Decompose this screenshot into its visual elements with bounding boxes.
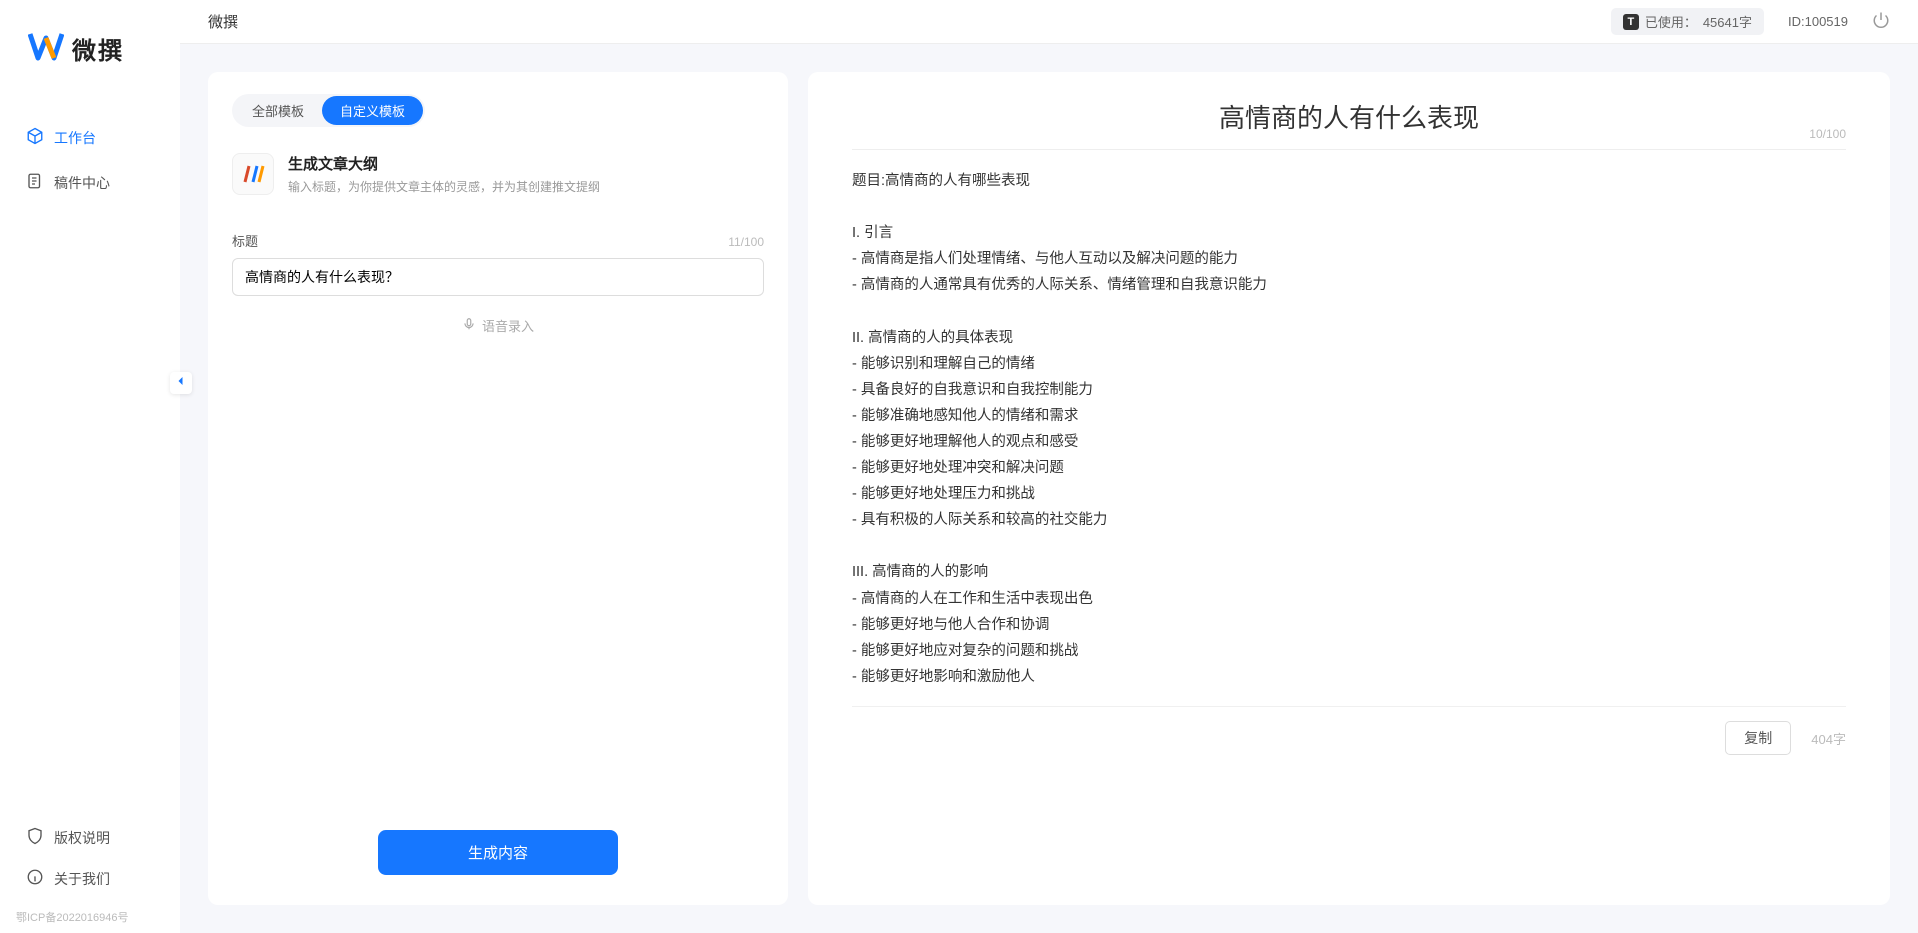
sidebar-item-label: 工作台 [54, 128, 96, 148]
logo-text: 微撰 [72, 31, 124, 66]
voice-input-label: 语音录入 [482, 316, 534, 335]
sidebar-item-drafts[interactable]: 稿件中心 [16, 164, 164, 201]
user-id: ID:100519 [1788, 14, 1848, 29]
page-title: 微撰 [208, 11, 238, 32]
icp-footer: 鄂ICP备2022016946号 [0, 909, 180, 933]
voice-input-button[interactable]: 语音录入 [232, 316, 764, 335]
app-root: 微撰 工作台 稿件中心 版权说明 关于我们 鄂ICP备2 [0, 0, 1918, 933]
template-title: 生成文章大纲 [288, 153, 600, 174]
sidebar-item-label: 稿件中心 [54, 173, 110, 193]
logo-mark-icon [28, 28, 64, 69]
copy-button[interactable]: 复制 [1725, 721, 1791, 755]
usage-badge: T 已使用： 45641字 [1611, 8, 1764, 35]
title-input[interactable] [232, 258, 764, 296]
sidebar-item-label: 版权说明 [54, 828, 110, 848]
sidebar-item-about[interactable]: 关于我们 [16, 860, 164, 897]
result-title-count: 10/100 [1809, 127, 1846, 141]
template-info: 生成文章大纲 输入标题，为你提供文章主体的灵感，并为其创建推文提纲 [288, 153, 600, 195]
main: 微撰 T 已使用： 45641字 ID:100519 全部模板 自定义模板 [180, 0, 1918, 933]
shield-icon [26, 827, 44, 848]
result-body[interactable]: 题目:高情商的人有哪些表现 I. 引言 - 高情商是指人们处理情绪、与他人互动以… [852, 168, 1846, 688]
usage-label: 已使用： [1645, 12, 1697, 31]
title-label: 标题 [232, 231, 258, 250]
right-panel: 高情商的人有什么表现 10/100 题目:高情商的人有哪些表现 I. 引言 - … [808, 72, 1890, 905]
sidebar-bottom: 版权说明 关于我们 [0, 819, 180, 909]
template-tabs: 全部模板 自定义模板 [232, 94, 425, 127]
template-icon [232, 153, 274, 195]
sidebar: 微撰 工作台 稿件中心 版权说明 关于我们 鄂ICP备2 [0, 0, 180, 933]
user-id-label: ID: [1788, 14, 1805, 29]
spacer [232, 335, 764, 830]
chevron-left-icon [175, 374, 187, 392]
sidebar-item-workspace[interactable]: 工作台 [16, 119, 164, 156]
result-title: 高情商的人有什么表现 [852, 98, 1846, 135]
info-icon [26, 868, 44, 889]
result-footer: 复制 404字 [852, 706, 1846, 755]
mic-icon [462, 317, 476, 334]
logo: 微撰 [0, 28, 180, 119]
topbar: 微撰 T 已使用： 45641字 ID:100519 [180, 0, 1918, 44]
doc-icon [26, 172, 44, 193]
sidebar-item-copyright[interactable]: 版权说明 [16, 819, 164, 856]
template-desc: 输入标题，为你提供文章主体的灵感，并为其创建推文提纲 [288, 178, 600, 195]
topbar-right: T 已使用： 45641字 ID:100519 [1611, 8, 1890, 35]
usage-value: 45641字 [1703, 12, 1752, 31]
user-id-value: 100519 [1805, 14, 1848, 29]
sidebar-item-label: 关于我们 [54, 869, 110, 889]
template-card: 生成文章大纲 输入标题，为你提供文章主体的灵感，并为其创建推文提纲 [232, 153, 764, 195]
tab-custom-template[interactable]: 自定义模板 [322, 96, 423, 125]
result-title-wrap: 高情商的人有什么表现 10/100 [852, 98, 1846, 150]
generate-button[interactable]: 生成内容 [378, 830, 618, 875]
t-badge-icon: T [1623, 14, 1639, 30]
title-char-count: 11/100 [728, 235, 764, 249]
title-form-group: 标题 11/100 [232, 231, 764, 296]
tab-all-templates[interactable]: 全部模板 [234, 96, 322, 125]
content: 全部模板 自定义模板 生成文章大纲 输入标题，为你提供文章主体的灵感，并为其创建… [180, 44, 1918, 933]
power-icon[interactable] [1872, 11, 1890, 32]
sidebar-collapse-button[interactable] [170, 372, 192, 394]
result-word-count: 404字 [1811, 729, 1846, 748]
sidebar-nav: 工作台 稿件中心 [0, 119, 180, 201]
left-panel: 全部模板 自定义模板 生成文章大纲 输入标题，为你提供文章主体的灵感，并为其创建… [208, 72, 788, 905]
cube-icon [26, 127, 44, 148]
